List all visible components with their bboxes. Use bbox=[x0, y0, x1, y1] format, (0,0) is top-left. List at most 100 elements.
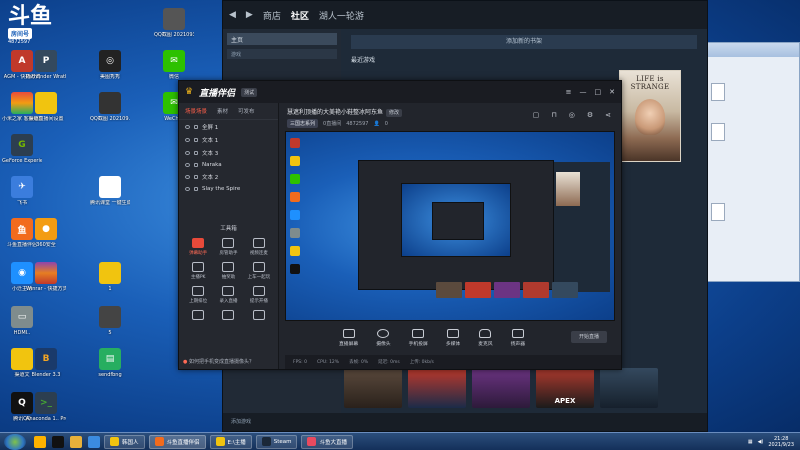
lock-icon[interactable] bbox=[194, 137, 198, 142]
tool-notify[interactable]: 提示开播 bbox=[244, 286, 274, 304]
microphone-button[interactable]: 麦克风 bbox=[478, 329, 493, 347]
lock-icon[interactable] bbox=[194, 124, 198, 129]
eye-icon[interactable] bbox=[185, 150, 190, 155]
share-icon[interactable]: ⋖ bbox=[605, 111, 611, 119]
game-thumb[interactable] bbox=[600, 368, 658, 408]
document-icon[interactable] bbox=[711, 203, 725, 221]
scene-item[interactable]: 文本 3 bbox=[179, 146, 278, 159]
minimize-icon[interactable]: — bbox=[580, 88, 587, 96]
desktop-icon-screenshot[interactable]: QQ截图 202109... bbox=[90, 92, 130, 122]
tool-extra-2[interactable] bbox=[213, 310, 243, 322]
task-item[interactable]: 斗鱼大直播 bbox=[301, 434, 353, 449]
screen-capture-button[interactable]: 直播屏幕 bbox=[339, 329, 358, 347]
game-thumb-apex[interactable]: APEX bbox=[536, 368, 594, 408]
lock-icon[interactable] bbox=[194, 162, 198, 167]
task-item[interactable]: 斗鱼直播伴侣 bbox=[148, 434, 206, 449]
tab-assets[interactable]: 素材 bbox=[217, 107, 228, 115]
sidebar-filter[interactable]: 游戏 bbox=[227, 49, 337, 59]
document-icon[interactable] bbox=[711, 83, 725, 101]
document-icon[interactable] bbox=[711, 123, 725, 141]
start-button[interactable] bbox=[4, 433, 26, 450]
tool-ranking[interactable]: 上期排位 bbox=[183, 286, 213, 304]
desktop-icon-meitu[interactable]: ◎ 美图秀秀 bbox=[90, 50, 130, 80]
lock-icon[interactable] bbox=[194, 174, 198, 179]
lock-icon[interactable] bbox=[194, 150, 198, 155]
volume-icon[interactable]: ◀) bbox=[758, 439, 764, 445]
scene-item[interactable]: 全屏 1 bbox=[179, 120, 278, 133]
browser-icon[interactable] bbox=[88, 435, 100, 448]
folder-icon[interactable] bbox=[70, 435, 82, 448]
desktop-icon-1[interactable]: 1 bbox=[90, 262, 130, 292]
tool-video-link[interactable]: 视频连麦 bbox=[244, 238, 274, 256]
desktop-icon-wechat[interactable]: ✉ 微信 bbox=[154, 50, 194, 80]
menu-icon[interactable]: ≡ bbox=[566, 88, 572, 96]
task-item[interactable]: Steam bbox=[255, 434, 298, 449]
sidebar-home[interactable]: 主页 bbox=[227, 33, 337, 45]
lock-icon[interactable]: ⊓ bbox=[551, 111, 556, 119]
game-thumb[interactable] bbox=[344, 368, 402, 408]
camera-button[interactable]: 摄像头 bbox=[376, 329, 391, 347]
phone-cast-button[interactable]: 手机投屏 bbox=[409, 329, 428, 347]
explorer-titlebar[interactable] bbox=[701, 43, 799, 57]
add-game-button[interactable]: 添加游戏 bbox=[223, 413, 707, 431]
qq-penguin-icon[interactable] bbox=[52, 435, 64, 448]
edit-title-button[interactable]: 修改 bbox=[386, 109, 403, 117]
media-button[interactable]: 多媒体 bbox=[446, 329, 460, 347]
desktop-icon-360[interactable]: ● 360安全 bbox=[26, 218, 66, 248]
game-thumb[interactable] bbox=[408, 368, 466, 408]
settings-icon[interactable]: ⚙ bbox=[587, 111, 593, 119]
desktop-icon-5[interactable]: 5 bbox=[90, 306, 130, 336]
tool-extra-1[interactable] bbox=[183, 310, 213, 322]
eye-icon[interactable] bbox=[185, 137, 190, 142]
eye-icon[interactable] bbox=[185, 124, 190, 129]
desktop-icon-folder-2[interactable]: 渠道直播间设置 bbox=[26, 92, 66, 122]
tool-record[interactable]: 录入直播 bbox=[213, 286, 243, 304]
tool-extra-3[interactable] bbox=[244, 310, 274, 322]
nav-back-icon[interactable]: ◀ bbox=[229, 10, 236, 20]
pinned-app-icon[interactable] bbox=[34, 435, 46, 448]
tool-lottery[interactable]: 抽奖助 bbox=[213, 262, 243, 280]
desktop-icon-winrar[interactable]: Winrar - 快捷方式 bbox=[26, 262, 66, 292]
streaming-app-window[interactable]: ♛ 直播伴侣 测试 ≡ — □ ✕ 场景场景 素材 可发布 全屏 1 文本 1 … bbox=[178, 80, 622, 370]
desktop-icon-feishu[interactable]: ✈ 飞书 bbox=[2, 176, 42, 206]
add-shelf-button[interactable]: 添加新的书架 bbox=[351, 35, 697, 49]
maximize-icon[interactable]: □ bbox=[595, 88, 602, 96]
eye-icon[interactable] bbox=[185, 186, 190, 191]
clock[interactable]: 21:28 2021/9/23 bbox=[768, 436, 794, 448]
nav-forward-icon[interactable]: ▶ bbox=[246, 10, 253, 20]
eye-icon[interactable] bbox=[185, 162, 190, 167]
desktop-icon-pathfinder[interactable]: P Pathfinder Wrath o... bbox=[26, 50, 66, 80]
tool-play-together[interactable]: 上车一起玩 bbox=[244, 262, 274, 280]
lock-icon[interactable] bbox=[194, 186, 198, 191]
stream-preview[interactable] bbox=[285, 131, 615, 321]
network-icon[interactable]: ▦ bbox=[748, 439, 753, 445]
nav-store[interactable]: 商店 bbox=[263, 9, 281, 22]
record-icon[interactable]: ◎ bbox=[569, 111, 575, 119]
desktop-icon-tencent-class[interactable]: 腾讯课堂 一键生成... bbox=[90, 176, 130, 206]
desktop-icon-qq-screenshot[interactable]: QQ截图 2021093... bbox=[154, 8, 194, 38]
nav-username[interactable]: 湖人一轮游 bbox=[319, 9, 364, 22]
tab-scenes[interactable]: 场景场景 bbox=[185, 107, 207, 115]
desktop-icon-sendfbng[interactable]: ▤ sendfbng bbox=[90, 348, 130, 378]
tool-room-admin[interactable]: 房管助手 bbox=[213, 238, 243, 256]
scene-item[interactable]: 文本 1 bbox=[179, 133, 278, 146]
start-live-button[interactable]: 开始直播 bbox=[571, 331, 607, 343]
nav-community[interactable]: 社区 bbox=[291, 9, 309, 22]
desktop-icon-geforce[interactable]: G GeForce Experience bbox=[2, 134, 42, 164]
streaming-app-titlebar[interactable]: ♛ 直播伴侣 测试 ≡ — □ ✕ bbox=[179, 81, 621, 103]
task-item[interactable]: 韩国人 bbox=[104, 434, 145, 449]
speaker-button[interactable]: 扬声器 bbox=[511, 329, 525, 347]
tool-pk[interactable]: 主播PK bbox=[183, 262, 213, 280]
explorer-window[interactable] bbox=[700, 42, 800, 282]
category-badge[interactable]: 三国志系列 bbox=[287, 119, 319, 128]
scene-item[interactable]: Slay the Spire bbox=[179, 183, 278, 194]
desktop-icon-hdmi[interactable]: ▭ HDMI.. bbox=[2, 306, 42, 336]
desktop-icon-anaconda[interactable]: >_ Anaconda 1.. Prompt bbox=[26, 392, 66, 422]
game-thumb[interactable] bbox=[472, 368, 530, 408]
task-item[interactable]: E:\主播 bbox=[209, 434, 252, 449]
eye-icon[interactable] bbox=[185, 174, 190, 179]
close-icon[interactable]: ✕ bbox=[609, 88, 615, 96]
scene-item[interactable]: 文本 2 bbox=[179, 170, 278, 183]
scene-item[interactable]: Naraka bbox=[179, 159, 278, 170]
game-card-life-is-strange[interactable]: LIFE is STRANGE bbox=[619, 70, 681, 162]
